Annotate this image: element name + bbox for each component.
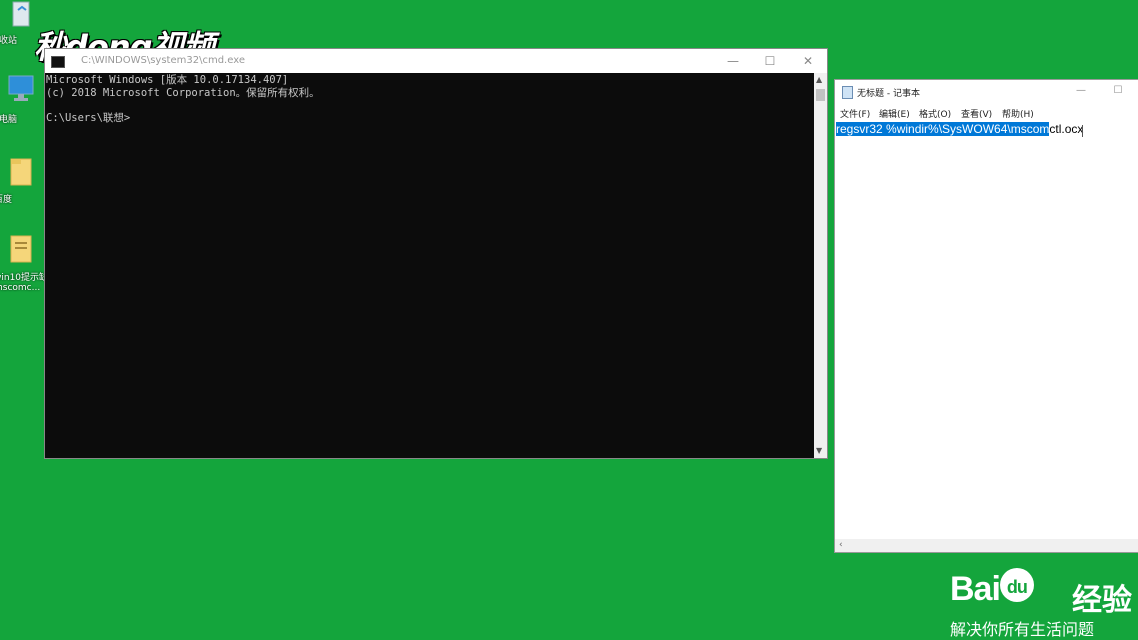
selected-text: regsvr32 %windir%\SysWOW64\mscom	[836, 122, 1050, 136]
cmd-window: C:\WINDOWS\system32\cmd.exe — ☐ ✕ Micros…	[45, 49, 827, 458]
maximize-button[interactable]: ☐	[1100, 80, 1136, 102]
notepad-titlebar[interactable]: 无标题 - 记事本 — ☐	[835, 80, 1138, 102]
notepad-window: 无标题 - 记事本 — ☐ 文件(F) 编辑(E) 格式(O) 查看(V) 帮助…	[835, 80, 1138, 552]
baidu-logo: Bai du	[950, 568, 1034, 609]
desktop-icon-label: 回收站	[0, 36, 18, 46]
menu-view[interactable]: 查看(V)	[961, 107, 992, 120]
notepad-app-icon	[842, 86, 853, 99]
menu-file[interactable]: 文件(F)	[840, 107, 870, 120]
unselected-text: ctl.ocx	[1049, 122, 1084, 136]
desktop-icon-label-line2: mscomc...	[0, 283, 41, 293]
console-line: Microsoft Windows [版本 10.0.17134.407]	[46, 74, 289, 86]
notepad-menubar: 文件(F) 编辑(E) 格式(O) 查看(V) 帮助(H)	[835, 104, 1138, 120]
cmd-scrollbar[interactable]: ▲ ▼	[814, 73, 827, 458]
notepad-window-title: 无标题 - 记事本	[857, 89, 920, 99]
minimize-button[interactable]: —	[715, 49, 751, 73]
baidu-jingyan-text: 经验	[1072, 583, 1132, 618]
baidu-paw-icon: du	[999, 568, 1034, 602]
close-button[interactable]: ✕	[790, 49, 826, 73]
desktop-icon-baidu-folder[interactable]: 百度	[0, 155, 44, 205]
baidu-brand-text: Bai	[950, 570, 1001, 608]
menu-help[interactable]: 帮助(H)	[1002, 107, 1034, 120]
scroll-up-icon[interactable]: ▲	[816, 75, 822, 84]
maximize-button[interactable]: ☐	[752, 49, 788, 73]
folder-icon	[10, 158, 32, 186]
baidu-slogan: 解决你所有生活问题	[950, 620, 1095, 639]
desktop-icon-label: 百度	[0, 195, 13, 205]
notepad-hscrollbar[interactable]: ‹	[835, 539, 1138, 552]
notepad-text-area[interactable]: regsvr32 %windir%\SysWOW64\mscomctl.ocx	[836, 121, 1083, 137]
console-prompt: C:\Users\联想>	[46, 112, 131, 124]
scroll-down-icon[interactable]: ▼	[816, 446, 822, 455]
desktop-icon-label: win10提示缺	[0, 273, 49, 283]
menu-edit[interactable]: 编辑(E)	[879, 107, 910, 120]
document-folder-icon	[10, 235, 32, 263]
desktop-icon-win10-doc[interactable]: win10提示缺 mscomc...	[0, 232, 48, 293]
monitor-icon	[8, 75, 34, 101]
cmd-window-title: C:\WINDOWS\system32\cmd.exe	[81, 55, 245, 66]
cmd-app-icon	[51, 56, 65, 68]
recycle-bin-icon	[12, 1, 30, 27]
desktop-icon-label: 此电脑	[0, 115, 18, 125]
cmd-titlebar[interactable]: C:\WINDOWS\system32\cmd.exe — ☐ ✕	[45, 49, 827, 73]
scroll-thumb[interactable]	[816, 89, 825, 101]
desktop-icon-this-pc[interactable]: 此电脑	[0, 74, 44, 125]
text-cursor-icon	[1082, 125, 1083, 137]
minimize-button[interactable]: —	[1063, 80, 1099, 102]
cmd-console[interactable]: Microsoft Windows [版本 10.0.17134.407] (c…	[45, 73, 814, 458]
scroll-left-icon[interactable]: ‹	[839, 540, 843, 550]
console-line: (c) 2018 Microsoft Corporation。保留所有权利。	[46, 87, 320, 99]
menu-format[interactable]: 格式(O)	[919, 107, 951, 120]
